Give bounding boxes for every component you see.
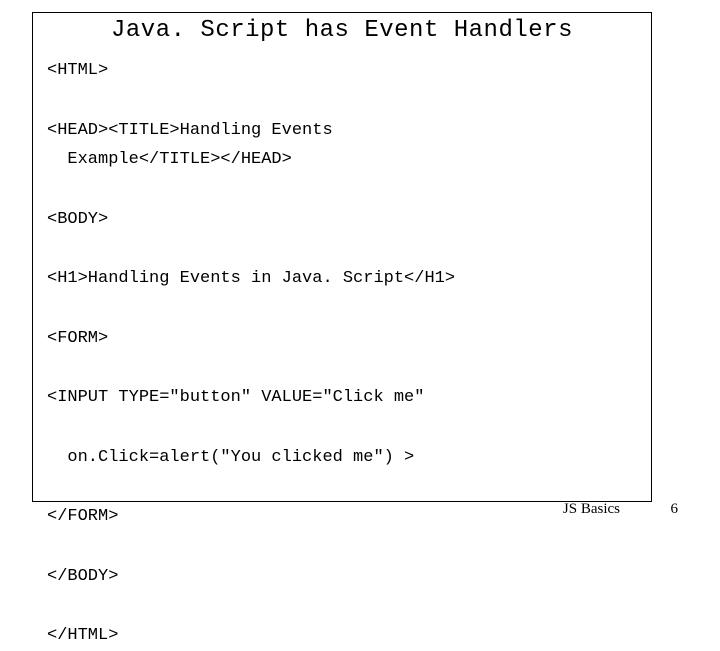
code-line: <HEAD><TITLE>Handling Events — [47, 121, 333, 140]
code-line: <H1>Handling Events in Java. Script</H1> — [47, 269, 455, 288]
code-line: <BODY> — [47, 210, 108, 229]
code-line: </HTML> — [47, 626, 118, 645]
code-line: Example</TITLE></HEAD> — [47, 150, 292, 169]
code-line: <HTML> — [47, 61, 108, 80]
code-line: <FORM> — [47, 329, 108, 348]
code-block: <HTML> <HEAD><TITLE>Handling Events Exam… — [33, 56, 651, 651]
footer-label: JS Basics — [563, 501, 620, 518]
code-line: </FORM> — [47, 507, 118, 526]
code-line: </BODY> — [47, 567, 118, 586]
slide-frame: Java. Script has Event Handlers <HTML> <… — [32, 12, 652, 502]
code-line: on.Click=alert("You clicked me") > — [47, 448, 414, 467]
slide-title: Java. Script has Event Handlers — [33, 17, 651, 44]
page-number: 6 — [671, 501, 679, 518]
code-line: <INPUT TYPE="button" VALUE="Click me" — [47, 388, 424, 407]
